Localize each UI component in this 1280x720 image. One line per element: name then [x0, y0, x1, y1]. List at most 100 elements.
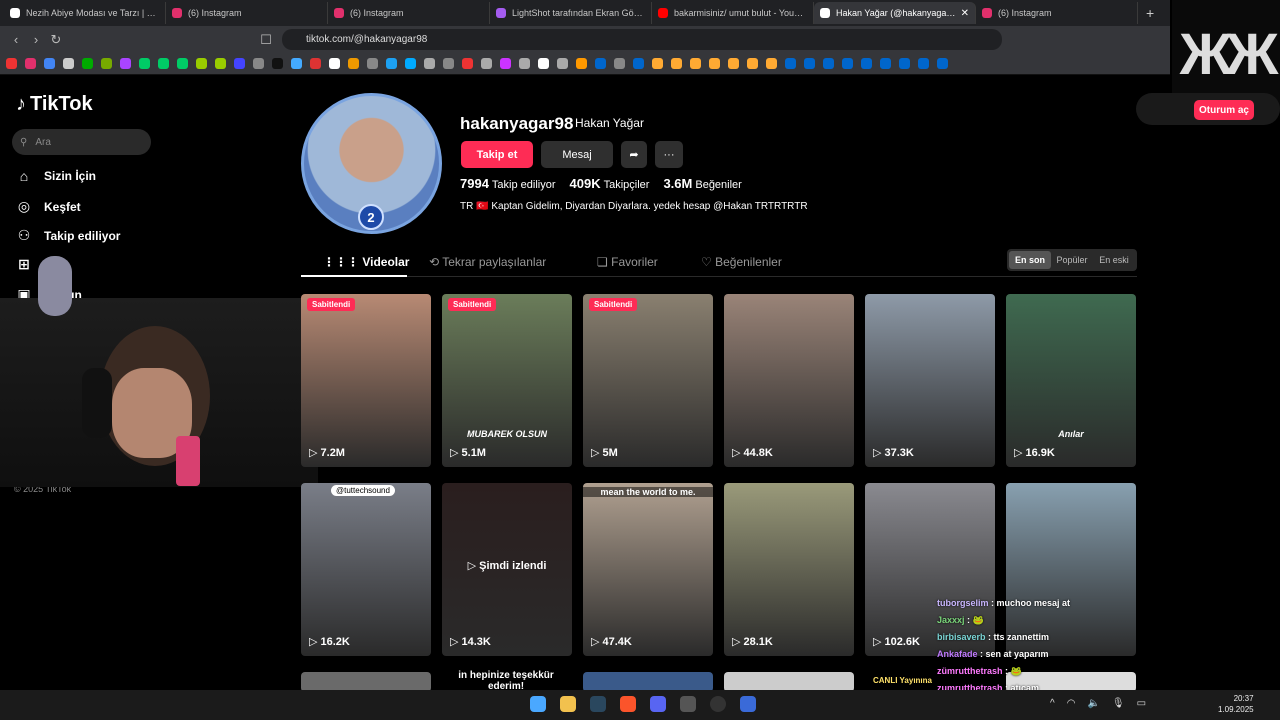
video-card[interactable]: ▷ 28.1K: [724, 483, 854, 656]
clock[interactable]: 20:37 1.09.2025: [1218, 693, 1254, 715]
bookmark-favicon-icon[interactable]: [709, 58, 720, 69]
close-tab-icon[interactable]: ✕: [961, 8, 969, 19]
bookmark-favicon-icon[interactable]: [481, 58, 492, 69]
follow-button[interactable]: Takip et: [461, 141, 533, 168]
bookmark-favicon-icon[interactable]: [253, 58, 264, 69]
bookmark-favicon-icon[interactable]: [348, 58, 359, 69]
share-icon[interactable]: ➦: [621, 141, 647, 168]
bookmark-favicon-icon[interactable]: [804, 58, 815, 69]
bookmark-favicon-icon[interactable]: [158, 58, 169, 69]
brave-icon[interactable]: [620, 696, 636, 712]
login-button[interactable]: Oturum aç: [1194, 100, 1254, 120]
browser-tab[interactable]: Nezih Abiye Modası ve Tarzı | TikTok: [4, 2, 166, 24]
bookmark-favicon-icon[interactable]: [538, 58, 549, 69]
bookmark-favicon-icon[interactable]: [823, 58, 834, 69]
video-card[interactable]: Sabitlendi ▷ 5M: [583, 294, 713, 467]
bookmark-favicon-icon[interactable]: [747, 58, 758, 69]
video-card[interactable]: Sabitlendi MUBAREK OLSUN ▷ 5.1M: [442, 294, 572, 467]
bookmark-favicon-icon[interactable]: [785, 58, 796, 69]
bookmark-favicon-icon[interactable]: [139, 58, 150, 69]
back-icon[interactable]: ‹: [6, 32, 26, 47]
mic-icon[interactable]: 🎙: [1112, 698, 1125, 709]
bookmark-favicon-icon[interactable]: [386, 58, 397, 69]
browser-tab[interactable]: (6) Instagram: [166, 2, 328, 24]
browser-tab[interactable]: Hakan Yağar (@hakanyagar98 ✕: [814, 2, 976, 24]
tab-2[interactable]: ❏ Favoriler: [597, 255, 658, 269]
bookmark-favicon-icon[interactable]: [120, 58, 131, 69]
battery-icon[interactable]: ▭: [1137, 698, 1146, 709]
bookmark-favicon-icon[interactable]: [25, 58, 36, 69]
stat-item[interactable]: 7994 Takip ediliyor: [460, 176, 556, 191]
browser-tab[interactable]: LightShot tarafından Ekran Görüntüsü: [490, 2, 652, 24]
bookmark-favicon-icon[interactable]: [63, 58, 74, 69]
bookmark-favicon-icon[interactable]: [101, 58, 112, 69]
stat-item[interactable]: 3.6M Beğeniler: [663, 176, 741, 191]
bookmark-favicon-icon[interactable]: [215, 58, 226, 69]
volume-icon[interactable]: 🔈: [1087, 698, 1099, 709]
app2-icon[interactable]: [740, 696, 756, 712]
bookmark-favicon-icon[interactable]: [177, 58, 188, 69]
forward-icon[interactable]: ›: [26, 32, 46, 47]
bookmark-favicon-icon[interactable]: [329, 58, 340, 69]
bookmark-favicon-icon[interactable]: [652, 58, 663, 69]
bookmark-icon[interactable]: ☐: [256, 32, 276, 48]
bookmark-favicon-icon[interactable]: [576, 58, 587, 69]
app-icon[interactable]: [680, 696, 696, 712]
url-field[interactable]: tiktok.com/@hakanyagar98: [282, 29, 1002, 50]
video-card[interactable]: ▷ Şimdi izlendi ▷ 14.3K: [442, 483, 572, 656]
tab-1[interactable]: ⟲ Tekrar paylaşılanlar: [429, 255, 546, 269]
bookmark-favicon-icon[interactable]: [842, 58, 853, 69]
bookmark-favicon-icon[interactable]: [614, 58, 625, 69]
bookmark-favicon-icon[interactable]: [443, 58, 454, 69]
chevron-up-icon[interactable]: ^: [1050, 698, 1055, 709]
bookmark-favicon-icon[interactable]: [690, 58, 701, 69]
bookmark-favicon-icon[interactable]: [44, 58, 55, 69]
video-card[interactable]: ▷ 44.8K: [724, 294, 854, 467]
bookmark-favicon-icon[interactable]: [367, 58, 378, 69]
sidebar-item[interactable]: ⌂ Sizin İçin: [16, 168, 96, 184]
bookmark-favicon-icon[interactable]: [728, 58, 739, 69]
bookmark-favicon-icon[interactable]: [918, 58, 929, 69]
sort-option[interactable]: En son: [1009, 251, 1051, 269]
bookmark-favicon-icon[interactable]: [196, 58, 207, 69]
file-explorer-icon[interactable]: [560, 696, 576, 712]
bookmark-favicon-icon[interactable]: [234, 58, 245, 69]
video-card[interactable]: Anılar ▷ 16.9K: [1006, 294, 1136, 467]
sidebar-item[interactable]: ◎ Keşfet: [16, 198, 81, 215]
bookmark-favicon-icon[interactable]: [272, 58, 283, 69]
browser-tab[interactable]: (6) Instagram: [976, 2, 1138, 24]
reload-icon[interactable]: ↻: [46, 32, 66, 48]
sort-option[interactable]: Popüler: [1051, 251, 1093, 269]
bookmark-favicon-icon[interactable]: [424, 58, 435, 69]
video-card-partial[interactable]: [583, 672, 713, 692]
new-tab-icon[interactable]: +: [1146, 5, 1154, 21]
sort-option[interactable]: En eski: [1093, 251, 1135, 269]
bookmark-favicon-icon[interactable]: [880, 58, 891, 69]
bookmark-favicon-icon[interactable]: [595, 58, 606, 69]
bookmark-favicon-icon[interactable]: [462, 58, 473, 69]
tiktok-logo[interactable]: ♪ TikTok: [16, 93, 93, 116]
more-icon[interactable]: ···: [655, 141, 683, 168]
video-card[interactable]: mean the world to me. ▷ 47.4K: [583, 483, 713, 656]
tab-0[interactable]: ⋮⋮⋮ Videolar: [323, 255, 409, 269]
bookmark-favicon-icon[interactable]: [557, 58, 568, 69]
stat-item[interactable]: 409K Takipçiler: [570, 176, 650, 191]
discord-icon[interactable]: [650, 696, 666, 712]
message-button[interactable]: Mesaj: [541, 141, 613, 168]
bookmark-favicon-icon[interactable]: [291, 58, 302, 69]
bookmark-favicon-icon[interactable]: [310, 58, 321, 69]
steam-icon[interactable]: [590, 696, 606, 712]
video-card-partial[interactable]: [301, 672, 431, 692]
video-card[interactable]: Sabitlendi ▷ 7.2M: [301, 294, 431, 467]
bookmark-favicon-icon[interactable]: [861, 58, 872, 69]
bookmark-favicon-icon[interactable]: [82, 58, 93, 69]
network-icon[interactable]: ◠: [1067, 698, 1076, 709]
browser-tab[interactable]: bakarmisiniz/ umut bulut - YouTube: [652, 2, 814, 24]
bookmark-favicon-icon[interactable]: [766, 58, 777, 69]
search-input[interactable]: ⚲ Ara: [12, 129, 151, 155]
bookmark-favicon-icon[interactable]: [405, 58, 416, 69]
tab-3[interactable]: ♡ Beğenilenler: [701, 255, 782, 269]
browser-tab[interactable]: (6) Instagram: [328, 2, 490, 24]
video-card-partial[interactable]: [724, 672, 854, 692]
windows-start-icon[interactable]: [530, 696, 546, 712]
